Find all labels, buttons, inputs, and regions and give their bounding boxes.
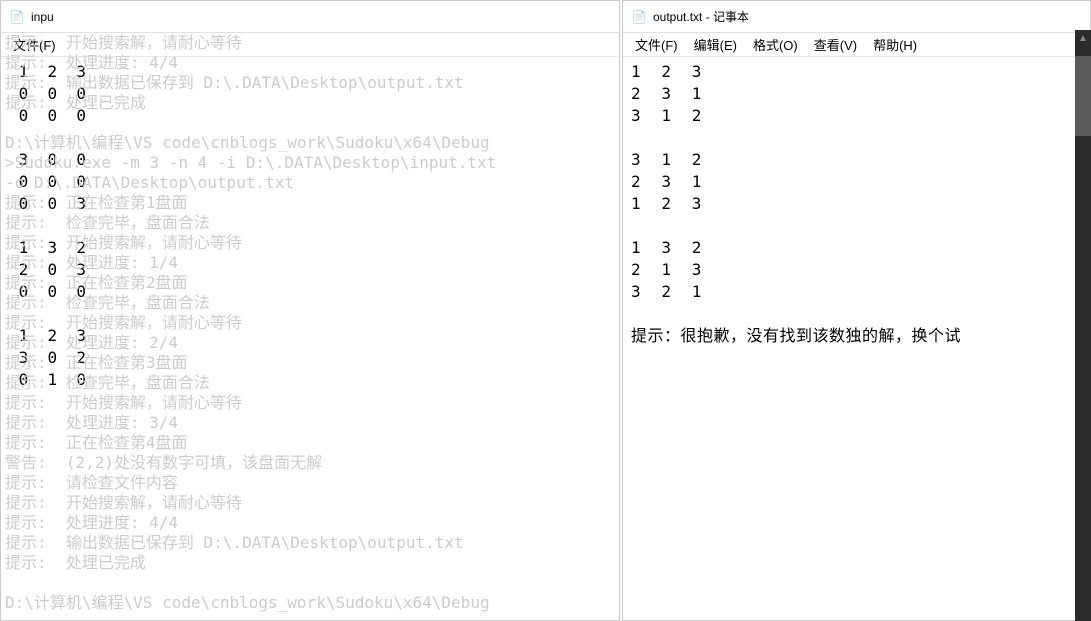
menu-view[interactable]: 查看(V) xyxy=(806,33,865,56)
menubar: 文件(F) 编辑(E) 格式(O) 查看(V) 帮助(H) xyxy=(623,33,1090,57)
text-content[interactable]: 1 2 3 2 3 1 3 1 2 3 1 2 2 3 1 1 2 3 1 3 … xyxy=(623,57,1090,351)
notepad-icon: 📄 xyxy=(9,9,25,25)
menu-format[interactable]: 格式(O) xyxy=(745,33,806,56)
menu-help[interactable]: 帮助(H) xyxy=(865,33,925,56)
menu-edit[interactable]: 编辑(E) xyxy=(686,33,745,56)
scroll-up-icon[interactable]: ▲ xyxy=(1075,30,1091,46)
notepad-icon: 📄 xyxy=(631,9,647,25)
scrollbar[interactable]: ▲ xyxy=(1075,30,1091,621)
terminal-output[interactable]: 提示: 开始搜索解，请耐心等待 提示: 处理进度: 4/4 提示: 输出数据已保… xyxy=(1,31,534,619)
titlebar[interactable]: 📄 inpu xyxy=(1,1,619,33)
menu-file[interactable]: 文件(F) xyxy=(627,33,686,56)
notepad-output-window: 📄 output.txt - 记事本 文件(F) 编辑(E) 格式(O) 查看(… xyxy=(622,0,1091,621)
titlebar[interactable]: 📄 output.txt - 记事本 xyxy=(623,1,1090,33)
window-title: output.txt - 记事本 xyxy=(653,8,749,25)
window-title: inpu xyxy=(31,10,54,24)
cmd-window: C:\ 管理员: 命令提示符 — ☐ ✕ 提示: 开始搜索解，请耐心等待 提示:… xyxy=(0,0,535,620)
scroll-thumb[interactable] xyxy=(1075,56,1091,136)
